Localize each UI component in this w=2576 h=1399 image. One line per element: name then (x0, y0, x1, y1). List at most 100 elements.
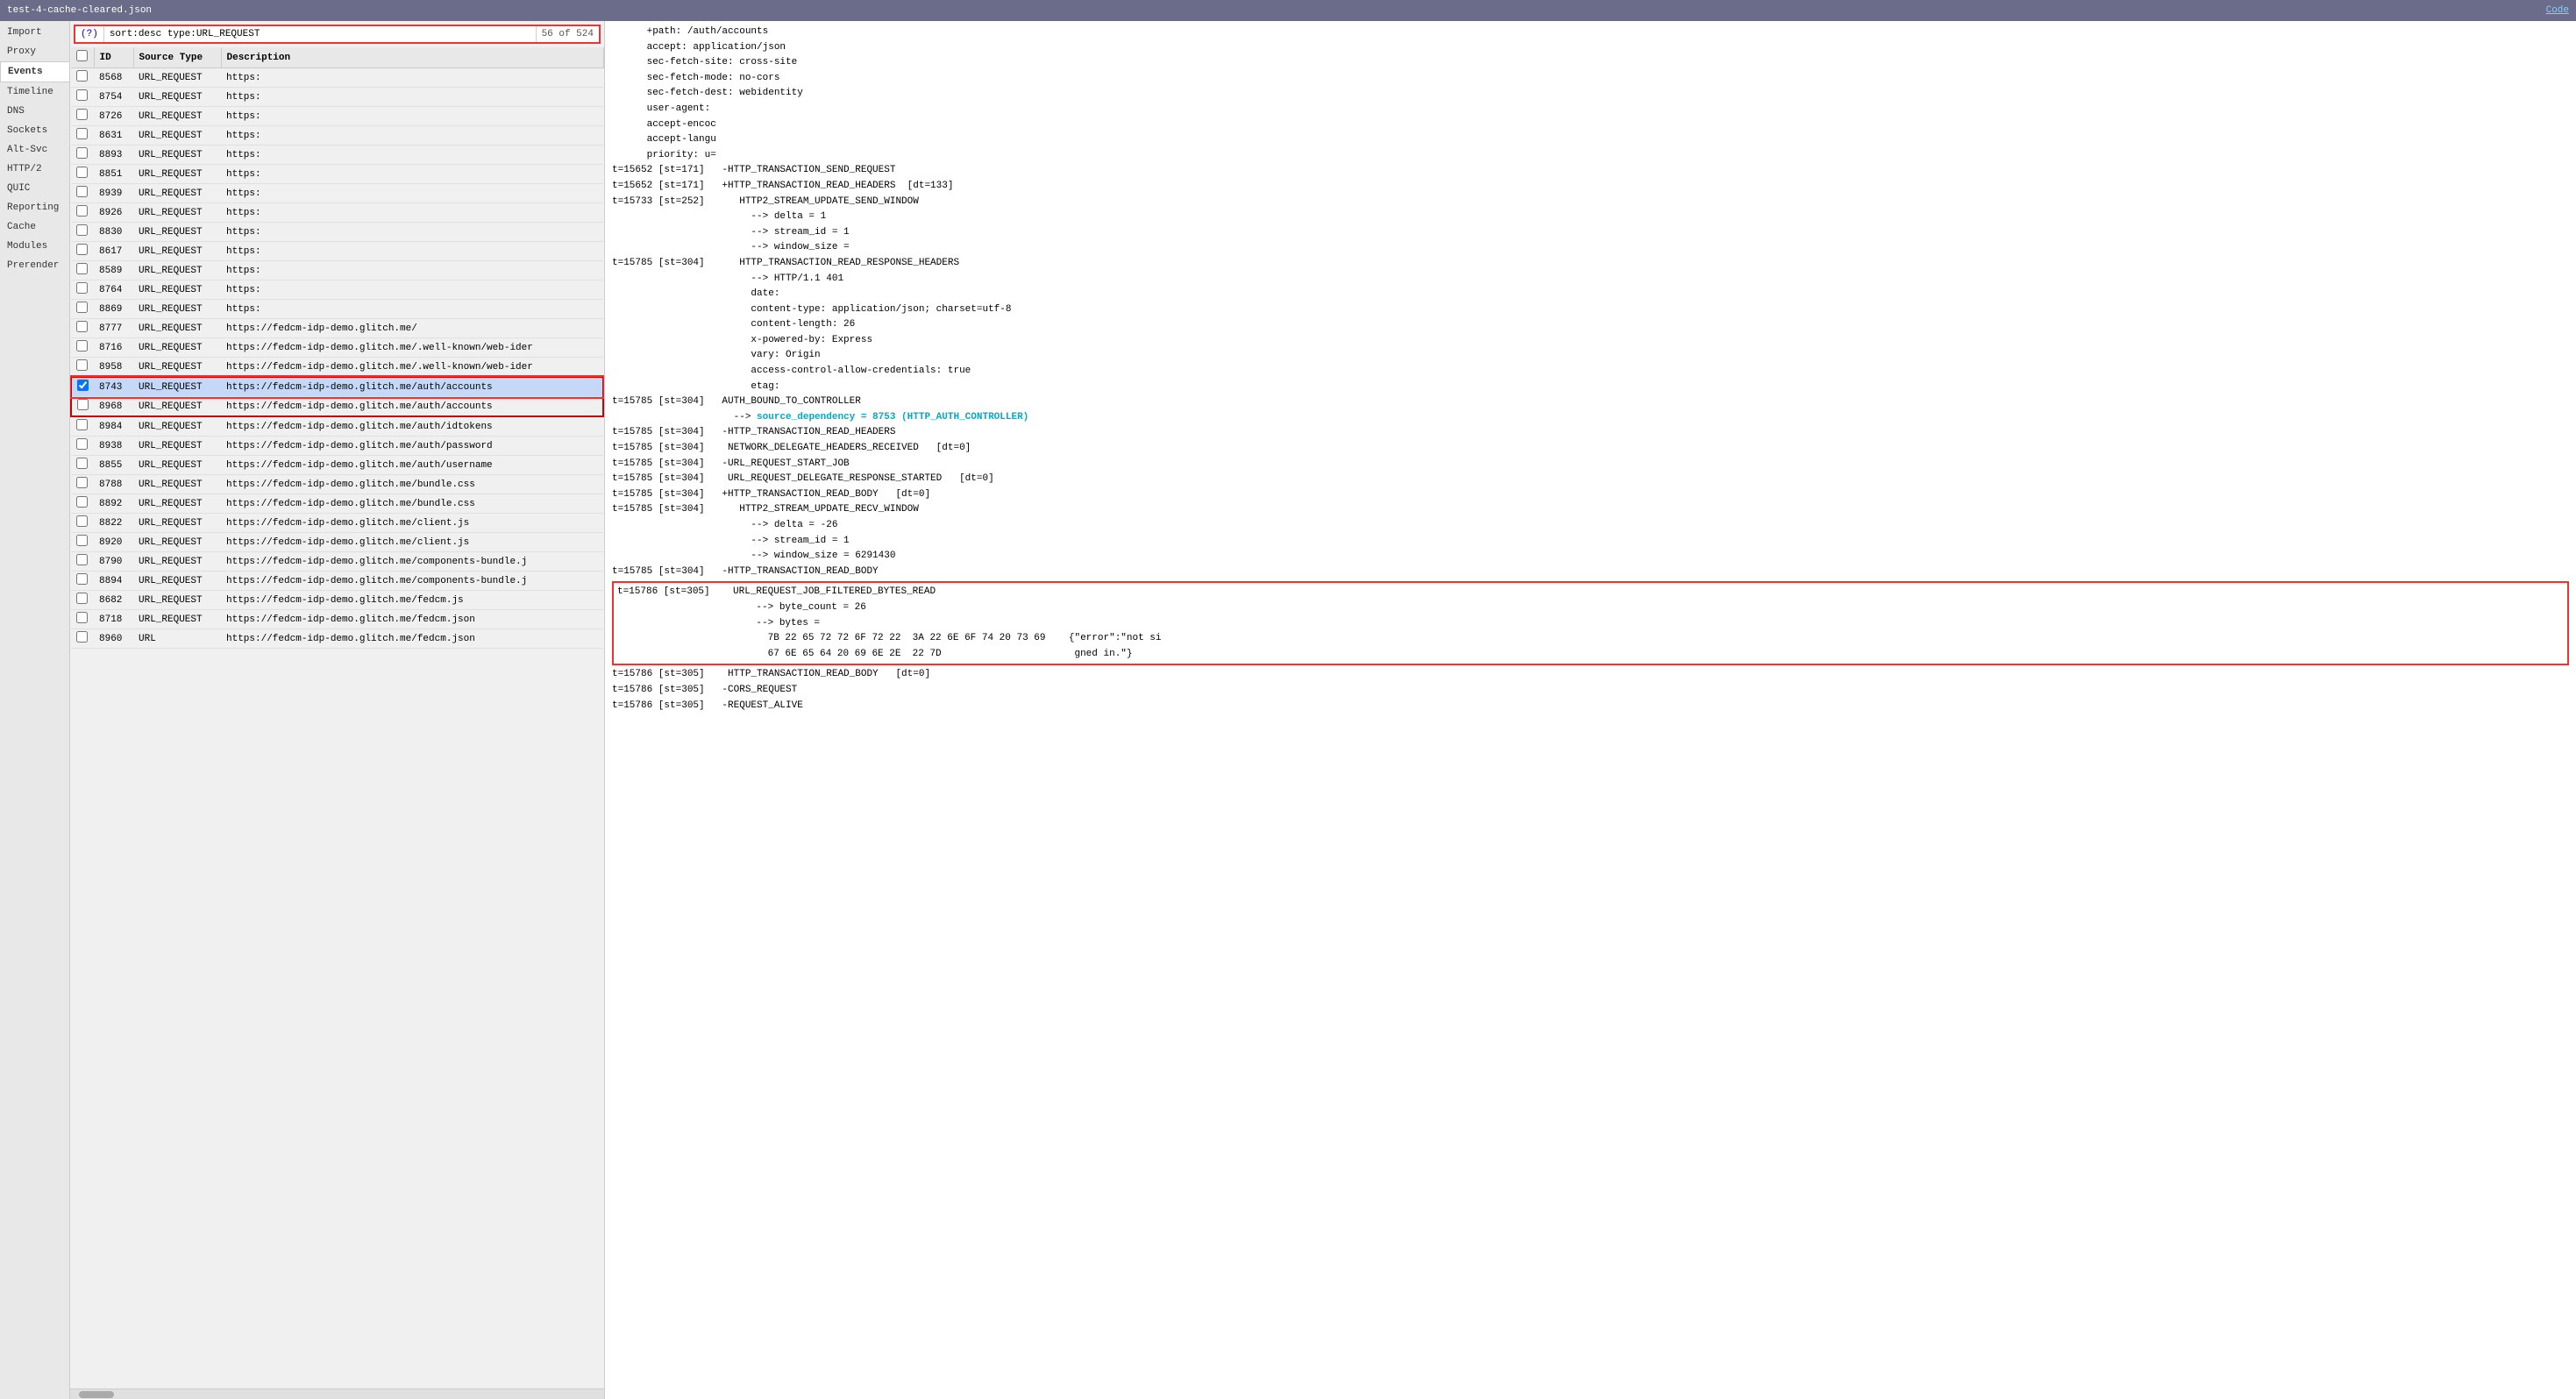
bottom-scrollbar[interactable] (70, 1388, 604, 1399)
row-checkbox[interactable] (76, 186, 88, 197)
row-checkbox[interactable] (76, 535, 88, 546)
row-description: https://fedcm-idp-demo.glitch.me/.well-k… (221, 338, 603, 358)
row-checkbox-cell (71, 572, 94, 591)
row-id: 8960 (94, 629, 133, 649)
table-row[interactable]: 8743URL_REQUESThttps://fedcm-idp-demo.gl… (71, 377, 603, 397)
sidebar-item-proxy[interactable]: Proxy (0, 42, 69, 61)
row-checkbox[interactable] (76, 263, 88, 274)
sidebar-item-cache[interactable]: Cache (0, 217, 69, 237)
highlight-section: t=15786 [st=305] URL_REQUEST_JOB_FILTERE… (612, 581, 2569, 665)
table-row[interactable]: 8726URL_REQUESThttps: (71, 107, 603, 126)
row-checkbox[interactable] (76, 458, 88, 469)
row-checkbox[interactable] (76, 612, 88, 623)
sidebar-item-import[interactable]: Import (0, 23, 69, 42)
sidebar-item-quic[interactable]: QUIC (0, 179, 69, 198)
sidebar-item-modules[interactable]: Modules (0, 237, 69, 256)
table-row[interactable]: 8754URL_REQUESThttps: (71, 88, 603, 107)
table-row[interactable]: 8822URL_REQUESThttps://fedcm-idp-demo.gl… (71, 514, 603, 533)
table-row[interactable]: 8777URL_REQUESThttps://fedcm-idp-demo.gl… (71, 319, 603, 338)
row-checkbox-cell (71, 107, 94, 126)
table-row[interactable]: 8960URLhttps://fedcm-idp-demo.glitch.me/… (71, 629, 603, 649)
sidebar-item-sockets[interactable]: Sockets (0, 121, 69, 140)
table-row[interactable]: 8869URL_REQUESThttps: (71, 300, 603, 319)
table-row[interactable]: 8682URL_REQUESThttps://fedcm-idp-demo.gl… (71, 591, 603, 610)
detail-line: etag: (612, 380, 2569, 395)
row-checkbox[interactable] (76, 593, 88, 604)
sidebar-item-http2[interactable]: HTTP/2 (0, 160, 69, 179)
row-checkbox[interactable] (77, 380, 89, 391)
row-checkbox[interactable] (76, 359, 88, 371)
table-row[interactable]: 8938URL_REQUESThttps://fedcm-idp-demo.gl… (71, 437, 603, 456)
row-source-type: URL_REQUEST (133, 88, 221, 107)
table-row[interactable]: 8568URL_REQUESThttps: (71, 68, 603, 88)
row-checkbox[interactable] (76, 128, 88, 139)
table-row[interactable]: 8939URL_REQUESThttps: (71, 184, 603, 203)
row-checkbox[interactable] (76, 167, 88, 178)
row-checkbox[interactable] (76, 282, 88, 294)
table-row[interactable]: 8893URL_REQUESThttps: (71, 146, 603, 165)
row-checkbox-cell (71, 281, 94, 300)
row-source-type: URL_REQUEST (133, 610, 221, 629)
detail-line: t=15785 [st=304] -HTTP_TRANSACTION_READ_… (612, 425, 2569, 441)
row-checkbox[interactable] (76, 515, 88, 527)
search-help-button[interactable]: (?) (75, 26, 104, 42)
row-checkbox[interactable] (76, 224, 88, 236)
row-checkbox[interactable] (76, 573, 88, 585)
table-row[interactable]: 8830URL_REQUESThttps: (71, 223, 603, 242)
row-description: https://fedcm-idp-demo.glitch.me/compone… (221, 572, 603, 591)
table-row[interactable]: 8790URL_REQUESThttps://fedcm-idp-demo.gl… (71, 552, 603, 572)
table-row[interactable]: 8984URL_REQUESThttps://fedcm-idp-demo.gl… (71, 416, 603, 437)
table-row[interactable]: 8851URL_REQUESThttps: (71, 165, 603, 184)
table-row[interactable]: 8958URL_REQUESThttps://fedcm-idp-demo.gl… (71, 358, 603, 378)
row-source-type: URL_REQUEST (133, 107, 221, 126)
row-description: https://fedcm-idp-demo.glitch.me/auth/us… (221, 456, 603, 475)
row-checkbox[interactable] (76, 340, 88, 352)
row-checkbox[interactable] (76, 70, 88, 82)
row-checkbox[interactable] (76, 438, 88, 450)
source-dependency-link[interactable]: source_dependency = 8753 (HTTP_AUTH_CONT… (757, 412, 1028, 423)
row-checkbox[interactable] (76, 631, 88, 643)
table-row[interactable]: 8894URL_REQUESThttps://fedcm-idp-demo.gl… (71, 572, 603, 591)
row-checkbox-cell (71, 146, 94, 165)
code-link[interactable]: Code (2546, 5, 2569, 16)
scroll-thumb[interactable] (79, 1391, 114, 1398)
sidebar-item-events[interactable]: Events (0, 61, 69, 82)
table-row[interactable]: 8920URL_REQUESThttps://fedcm-idp-demo.gl… (71, 533, 603, 552)
sidebar-item-dns[interactable]: DNS (0, 102, 69, 121)
table-row[interactable]: 8855URL_REQUESThttps://fedcm-idp-demo.gl… (71, 456, 603, 475)
row-source-type: URL_REQUEST (133, 281, 221, 300)
row-checkbox[interactable] (76, 419, 88, 430)
sidebar-item-timeline[interactable]: Timeline (0, 82, 69, 102)
table-row[interactable]: 8631URL_REQUESThttps: (71, 126, 603, 146)
table-row[interactable]: 8926URL_REQUESThttps: (71, 203, 603, 223)
sidebar-item-reporting[interactable]: Reporting (0, 198, 69, 217)
table-row[interactable]: 8788URL_REQUESThttps://fedcm-idp-demo.gl… (71, 475, 603, 494)
row-checkbox[interactable] (76, 554, 88, 565)
table-row[interactable]: 8892URL_REQUESThttps://fedcm-idp-demo.gl… (71, 494, 603, 514)
row-checkbox[interactable] (76, 496, 88, 508)
table-row[interactable]: 8716URL_REQUESThttps://fedcm-idp-demo.gl… (71, 338, 603, 358)
row-checkbox[interactable] (76, 205, 88, 217)
search-input[interactable] (104, 26, 536, 42)
row-checkbox[interactable] (76, 147, 88, 159)
row-checkbox[interactable] (76, 302, 88, 313)
sidebar-item-alt-svc[interactable]: Alt-Svc (0, 140, 69, 160)
row-checkbox[interactable] (76, 321, 88, 332)
row-checkbox[interactable] (76, 89, 88, 101)
select-all-checkbox[interactable] (76, 50, 88, 61)
sidebar-item-prerender[interactable]: Prerender (0, 256, 69, 275)
row-checkbox[interactable] (76, 109, 88, 120)
table-row[interactable]: 8718URL_REQUESThttps://fedcm-idp-demo.gl… (71, 610, 603, 629)
detail-line: accept: application/json (612, 40, 2569, 56)
table-row[interactable]: 8764URL_REQUESThttps: (71, 281, 603, 300)
row-checkbox[interactable] (77, 399, 89, 410)
detail-line: --> source_dependency = 8753 (HTTP_AUTH_… (612, 410, 2569, 426)
table-row[interactable]: 8589URL_REQUESThttps: (71, 261, 603, 281)
row-source-type: URL_REQUEST (133, 533, 221, 552)
row-source-type: URL_REQUEST (133, 437, 221, 456)
row-checkbox[interactable] (76, 244, 88, 255)
row-id: 8920 (94, 533, 133, 552)
row-checkbox[interactable] (76, 477, 88, 488)
table-row[interactable]: 8968URL_REQUESThttps://fedcm-idp-demo.gl… (71, 397, 603, 417)
table-row[interactable]: 8617URL_REQUESThttps: (71, 242, 603, 261)
